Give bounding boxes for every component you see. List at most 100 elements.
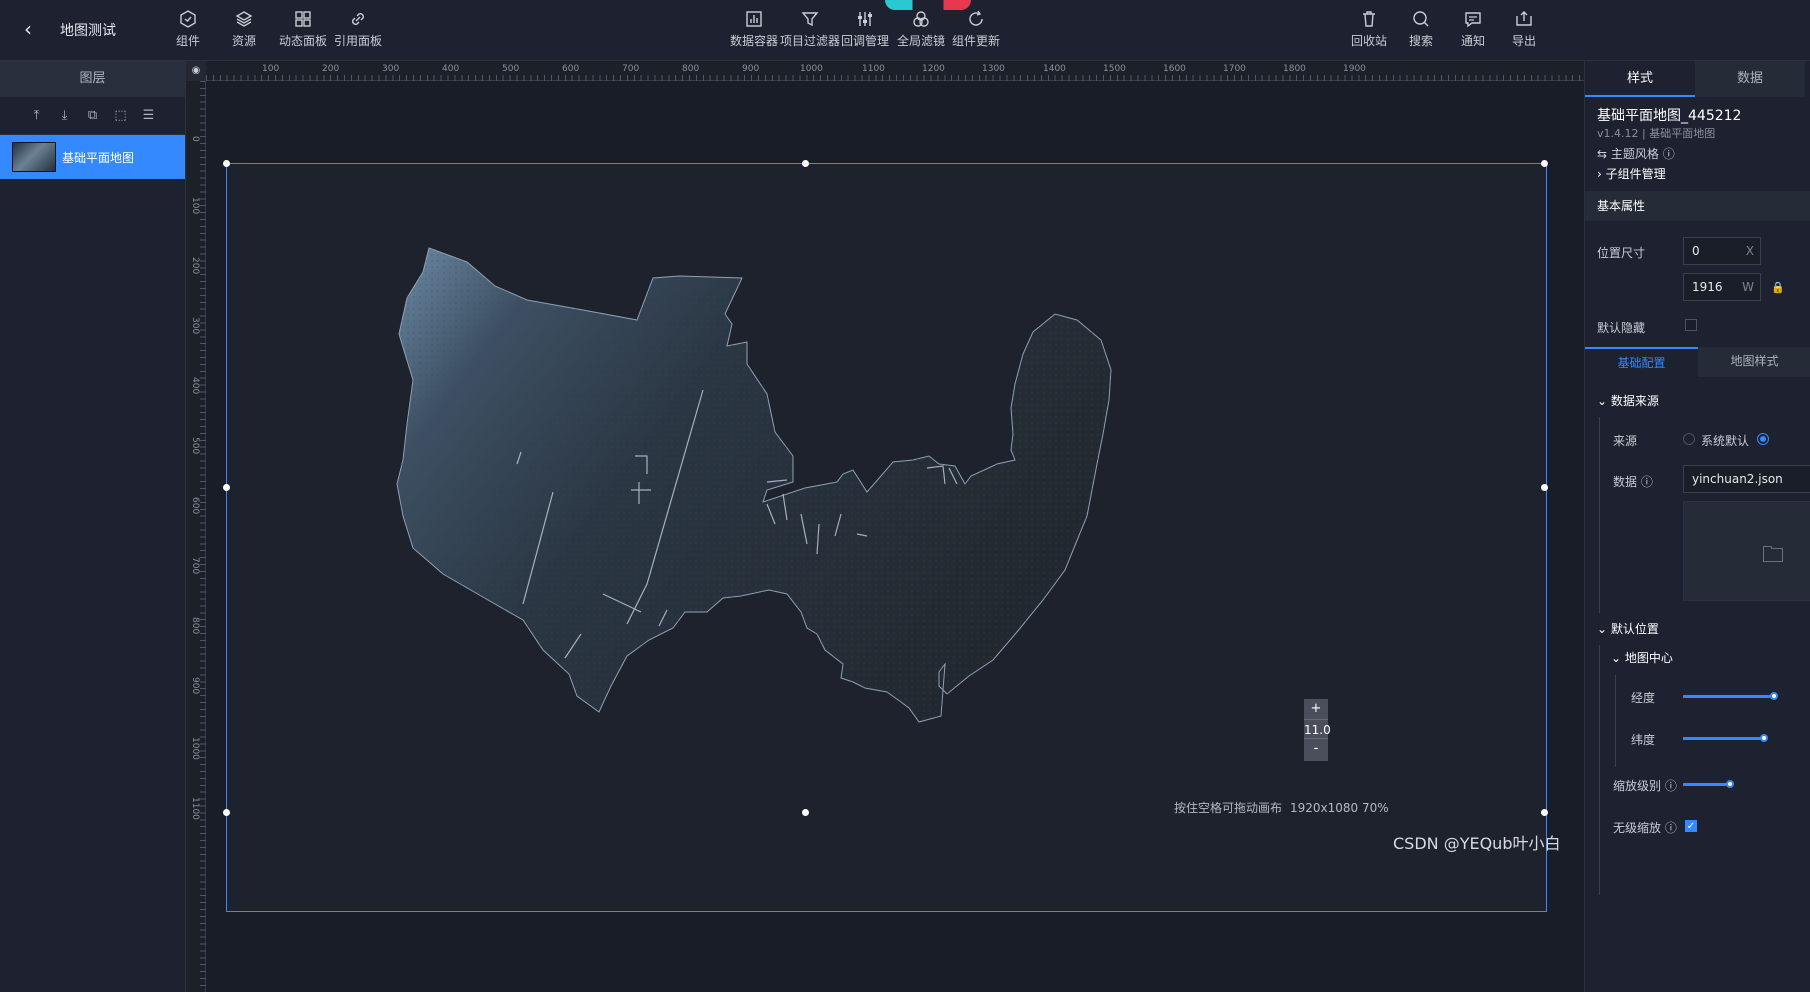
search-icon (1413, 11, 1429, 27)
resize-handle[interactable] (802, 160, 809, 167)
eye-icon[interactable]: ◉ (186, 61, 206, 81)
no-level-zoom-checkbox[interactable]: ✓ (1685, 820, 1697, 832)
tree-line (1599, 417, 1600, 613)
group-icon[interactable]: ⧉ (84, 107, 102, 125)
toolbar-project-filter-button[interactable]: 项目过滤器 (780, 8, 840, 48)
data-file-input[interactable]: yinchuan2.json (1683, 465, 1810, 493)
component-icon (180, 10, 196, 28)
ruler-tick: 1400 (1043, 64, 1066, 74)
toolbar-label: 通知 (1461, 34, 1486, 48)
toolbar-callback-button[interactable]: 回调管理 (841, 8, 889, 48)
file-drop-area[interactable]: 🗀 (1683, 501, 1810, 601)
ruler-tick: 1800 (1283, 64, 1306, 74)
sub-components-label: 子组件管理 (1605, 167, 1666, 181)
latitude-slider-knob[interactable] (1760, 734, 1768, 742)
tab-basic-config[interactable]: 基础配置 (1585, 347, 1698, 377)
message-icon (1465, 12, 1481, 28)
w-suffix: W (1742, 280, 1754, 294)
help-icon: ⓘ (1640, 475, 1653, 489)
longitude-slider-knob[interactable] (1770, 692, 1778, 700)
zoom-level-slider-knob[interactable] (1726, 780, 1734, 788)
chevron-right-icon: › (1597, 167, 1602, 181)
position-x-value: 0 (1692, 244, 1700, 258)
tab-data[interactable]: 数据 (1695, 61, 1805, 97)
chevron-down-icon: ⌄ (1597, 394, 1608, 408)
move-bottom-icon[interactable]: ⤓ (56, 107, 74, 125)
component-name: 基础平面地图_445212 (1597, 108, 1742, 124)
zoom-level-value: 11.0 (1304, 719, 1331, 739)
latitude-slider[interactable] (1683, 737, 1763, 740)
toolbar-component-update-button[interactable]: 组件更新 (952, 8, 1000, 48)
source-default-radio[interactable] (1683, 433, 1695, 445)
data-source-section[interactable]: ⌄ 数据来源 (1585, 386, 1810, 416)
sub-components-section[interactable]: › 子组件管理 (1585, 159, 1810, 189)
toolbar-resources-button[interactable]: 资源 (232, 8, 256, 48)
position-size-label: 位置尺寸 (1597, 246, 1646, 260)
ungroup-icon[interactable]: ⬚ (112, 107, 130, 125)
toolbar-global-filter-button[interactable]: 全局滤镜 (897, 8, 945, 48)
ruler-tick: 1600 (1163, 64, 1186, 74)
move-top-icon[interactable]: ⤒ (28, 107, 46, 125)
trash-icon (1363, 11, 1375, 27)
layer-panel: 图层 ⤒ ⤓ ⧉ ⬚ ☰ 基础平面地图 (0, 61, 186, 992)
toolbar-export-button[interactable]: 导出 (1512, 8, 1536, 48)
longitude-label: 经度 (1631, 691, 1656, 705)
map-center-section[interactable]: ⌄ 地图中心 (1599, 643, 1810, 673)
ruler-tick: 300 (382, 64, 400, 74)
resize-handle[interactable] (802, 809, 809, 816)
ruler-tick: 600 (190, 497, 200, 515)
layer-item[interactable]: 基础平面地图 (0, 135, 185, 179)
ruler-tick: 1000 (190, 737, 200, 760)
ruler-tick: 300 (190, 317, 200, 335)
resize-handle[interactable] (223, 484, 230, 491)
ruler-tick: 0 (190, 136, 200, 142)
resize-handle[interactable] (1541, 809, 1548, 816)
resize-handle[interactable] (1541, 484, 1548, 491)
ruler-tick: 100 (190, 197, 200, 215)
ruler-tick: 1200 (922, 64, 945, 74)
link-icon (352, 13, 364, 25)
vertical-ruler: 0 100 200 300 400 500 600 700 800 900 10… (186, 81, 206, 992)
default-position-section[interactable]: ⌄ 默认位置 (1585, 614, 1810, 644)
source-custom-radio[interactable] (1757, 433, 1769, 445)
resize-handle[interactable] (1541, 160, 1548, 167)
toolbar-label: 导出 (1512, 34, 1537, 48)
toolbar-components-button[interactable]: 组件 (176, 8, 200, 48)
x-suffix: X (1745, 244, 1754, 258)
width-input[interactable]: 1916 W (1683, 273, 1761, 301)
ruler-tick: 700 (190, 557, 200, 575)
ruler-tick: 1100 (190, 797, 200, 820)
toolbar-dynamic-panel-button[interactable]: 动态面板 (279, 8, 327, 48)
width-value: 1916 (1692, 280, 1723, 294)
longitude-slider[interactable] (1683, 695, 1773, 698)
tab-style[interactable]: 样式 (1585, 61, 1695, 97)
ruler-tick: 100 (262, 64, 280, 74)
canvas-area[interactable]: 0 100 200 300 400 500 600 700 800 900 10… (186, 61, 1584, 992)
toolbar-data-container-button[interactable]: 数据容器 (730, 8, 778, 48)
tab-map-style[interactable]: 地图样式 (1698, 347, 1810, 377)
toolbar-label: 搜索 (1409, 34, 1434, 48)
project-title: 地图测试 (60, 23, 116, 39)
toolbar-search-button[interactable]: 搜索 (1409, 8, 1433, 48)
zoom-level-slider[interactable] (1683, 783, 1729, 786)
ruler-tick: 600 (562, 64, 580, 74)
zoom-out-button[interactable]: - (1304, 739, 1328, 759)
component-version: v1.4.12 | 基础平面地图 (1597, 127, 1716, 140)
tree-line (1615, 675, 1616, 767)
position-x-input[interactable]: 0 X (1683, 237, 1761, 265)
layer-toolbar: ⤒ ⤓ ⧉ ⬚ ☰ (0, 97, 185, 135)
ruler-tick: 200 (322, 64, 340, 74)
zoom-in-button[interactable]: + (1304, 699, 1328, 719)
map-zoom-control: + 11.0 - (1304, 699, 1331, 761)
help-icon: ⓘ (1664, 779, 1677, 793)
list-icon[interactable]: ☰ (140, 107, 158, 125)
resize-handle[interactable] (223, 809, 230, 816)
toolbar-notification-button[interactable]: 通知 (1461, 8, 1485, 48)
chevron-left-icon[interactable]: ‹ (18, 18, 38, 42)
resize-handle[interactable] (223, 160, 230, 167)
default-hidden-checkbox[interactable] (1685, 319, 1697, 331)
toolbar-reference-panel-button[interactable]: 引用面板 (334, 8, 382, 48)
toolbar-recycle-bin-button[interactable]: 回收站 (1351, 8, 1387, 48)
bar-chart-icon (746, 11, 762, 27)
lock-icon[interactable]: 🔒 (1771, 281, 1785, 294)
